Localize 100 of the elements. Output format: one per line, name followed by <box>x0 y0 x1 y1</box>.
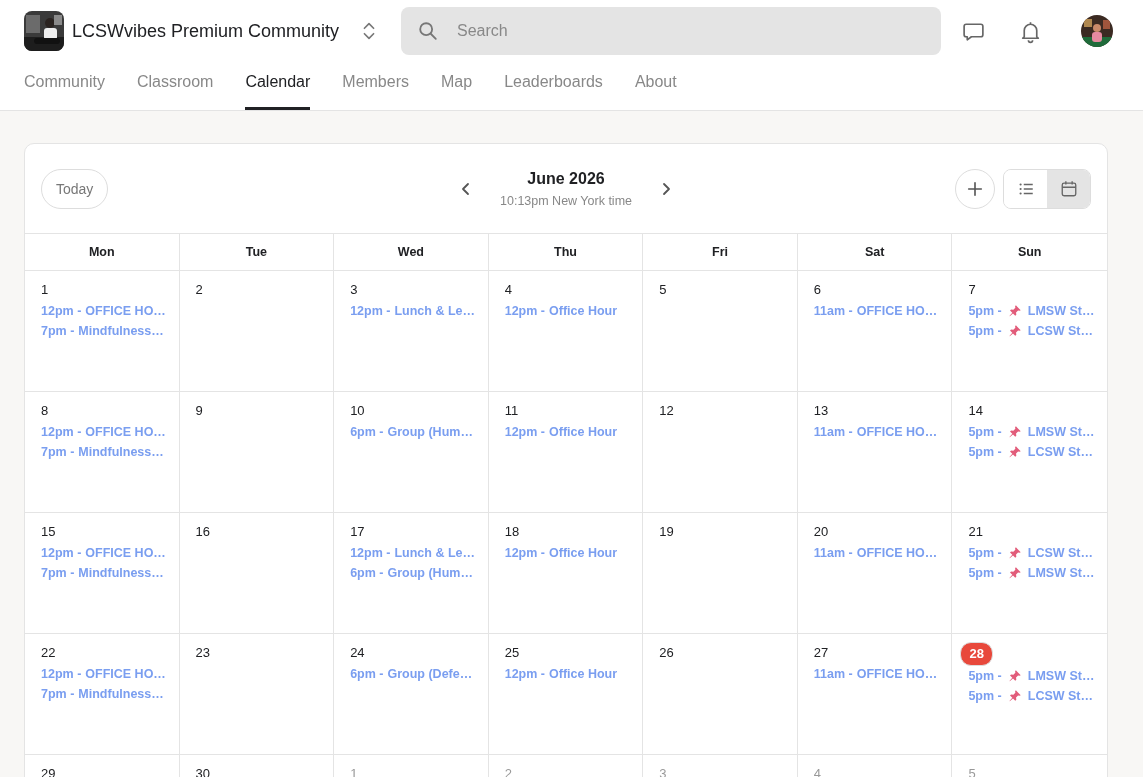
event-time[interactable]: 5pm - <box>968 566 1002 580</box>
plus-icon <box>966 179 984 198</box>
event-time[interactable]: 5pm - <box>968 445 1002 459</box>
event-title[interactable]: Office Hour <box>549 667 618 681</box>
event-time[interactable]: 5pm - <box>968 304 1002 318</box>
event-title[interactable]: Mindfulness… <box>78 445 164 459</box>
day-number: 2 <box>195 281 203 299</box>
today-button[interactable]: Today <box>41 168 109 209</box>
day-number: 7 <box>968 281 976 299</box>
add-event-button[interactable] <box>955 168 995 209</box>
event-title[interactable]: OFFICE HO… <box>85 667 166 681</box>
event-time[interactable]: 12pm - <box>504 546 545 560</box>
day-number: 17 <box>350 523 365 541</box>
event-title[interactable]: OFFICE HO… <box>856 546 938 560</box>
event-title[interactable]: Lunch & Le… <box>394 304 475 318</box>
event-title[interactable]: Lunch & Le… <box>394 546 475 560</box>
day-number: 16 <box>195 523 211 541</box>
day-number: 18 <box>504 523 520 541</box>
event-title[interactable]: Mindfulness… <box>78 566 164 580</box>
event-title[interactable]: LMSW St… <box>1027 304 1095 318</box>
weekday-label: Sat <box>864 245 885 259</box>
event-time[interactable]: 11am - <box>813 304 853 318</box>
day-number: 25 <box>504 644 520 662</box>
calendar-icon <box>1059 179 1078 198</box>
event-title[interactable]: LMSW St… <box>1027 566 1095 580</box>
event-time[interactable]: 7pm - <box>41 445 75 459</box>
event-time[interactable]: 11am - <box>813 667 853 681</box>
nav-tab[interactable]: About <box>634 62 677 110</box>
event-time[interactable]: 11am - <box>813 425 853 439</box>
event-time[interactable]: 12pm - <box>350 546 391 560</box>
event-time[interactable]: 6pm - <box>350 667 384 681</box>
day-number: 27 <box>813 644 829 662</box>
event-time[interactable]: 5pm - <box>968 425 1002 439</box>
event-time[interactable]: 7pm - <box>41 324 75 338</box>
event-time[interactable]: 5pm - <box>968 669 1002 683</box>
event-time[interactable]: 7pm - <box>41 687 75 701</box>
day-number: 23 <box>195 644 211 662</box>
event-title[interactable]: OFFICE HO… <box>85 546 166 560</box>
event-time[interactable]: 12pm - <box>504 425 545 439</box>
event-time[interactable]: 12pm - <box>41 546 82 560</box>
day-number: 15 <box>41 523 56 541</box>
month-title: June 2026 <box>526 169 606 188</box>
nav-tab[interactable]: Community <box>24 62 105 110</box>
event-title[interactable]: Office Hour <box>549 304 618 318</box>
nav-tab[interactable]: Leaderboards <box>504 62 603 110</box>
event-time[interactable]: 5pm - <box>968 689 1002 703</box>
event-title[interactable]: Group (Defe… <box>387 667 473 681</box>
event-title[interactable]: LCSW St… <box>1027 324 1094 338</box>
event-title[interactable]: Group (Hum… <box>387 566 473 580</box>
event-title[interactable]: LCSW St… <box>1027 445 1094 459</box>
community-name[interactable]: LCSWvibes Premium Community <box>72 20 340 42</box>
day-number: 5 <box>659 281 667 299</box>
event-title[interactable]: OFFICE HO… <box>856 425 938 439</box>
day-number: 21 <box>968 523 983 541</box>
event-title[interactable]: OFFICE HO… <box>85 304 166 318</box>
event-time[interactable]: 5pm - <box>968 324 1002 338</box>
event-time[interactable]: 12pm - <box>41 425 82 439</box>
day-number: 14 <box>968 402 983 420</box>
nav-tab[interactable]: Map <box>441 62 473 110</box>
nav-tab[interactable]: Classroom <box>136 62 214 110</box>
event-time[interactable]: 6pm - <box>350 566 384 580</box>
event-title[interactable]: Office Hour <box>549 425 618 439</box>
nav-tab[interactable]: Calendar <box>245 62 311 110</box>
day-number: 19 <box>659 523 674 541</box>
event-title[interactable]: LMSW St… <box>1027 425 1095 439</box>
event-time[interactable]: 12pm - <box>504 304 545 318</box>
search-icon <box>417 20 439 42</box>
day-number: 10 <box>350 402 365 420</box>
day-number: 22 <box>41 644 56 662</box>
event-title[interactable]: Office Hour <box>549 546 618 560</box>
event-title[interactable]: LMSW St… <box>1027 669 1095 683</box>
event-title[interactable]: LCSW St… <box>1027 546 1094 560</box>
event-title[interactable]: Group (Hum… <box>387 425 473 439</box>
event-time[interactable]: 12pm - <box>41 667 82 681</box>
month-view-button[interactable] <box>1047 169 1090 208</box>
nav-tab[interactable]: Members <box>342 62 409 110</box>
day-number: 11 <box>504 402 519 420</box>
today-date-badge: 28 <box>960 642 993 666</box>
event-title[interactable]: Mindfulness… <box>78 324 164 338</box>
event-title[interactable]: OFFICE HO… <box>85 425 166 439</box>
event-title[interactable]: Mindfulness… <box>78 687 164 701</box>
event-title[interactable]: OFFICE HO… <box>856 667 938 681</box>
event-time[interactable]: 6pm - <box>350 425 384 439</box>
search-field[interactable]: Search <box>401 7 941 55</box>
event-time[interactable]: 12pm - <box>41 304 82 318</box>
event-time[interactable]: 12pm - <box>350 304 391 318</box>
event-title[interactable]: LCSW St… <box>1027 689 1094 703</box>
day-number: 12 <box>659 402 674 420</box>
day-number: 9 <box>195 402 203 420</box>
event-title[interactable]: OFFICE HO… <box>856 304 938 318</box>
time-note: 10:13pm New York time <box>500 193 632 208</box>
day-number: 20 <box>813 523 829 541</box>
event-time[interactable]: 7pm - <box>41 566 75 580</box>
day-number: 4 <box>504 281 512 299</box>
event-time[interactable]: 12pm - <box>504 667 545 681</box>
day-number: 13 <box>813 402 829 420</box>
day-number: 26 <box>659 644 674 662</box>
event-time[interactable]: 5pm - <box>968 546 1002 560</box>
day-number: 24 <box>350 644 365 662</box>
event-time[interactable]: 11am - <box>813 546 853 560</box>
